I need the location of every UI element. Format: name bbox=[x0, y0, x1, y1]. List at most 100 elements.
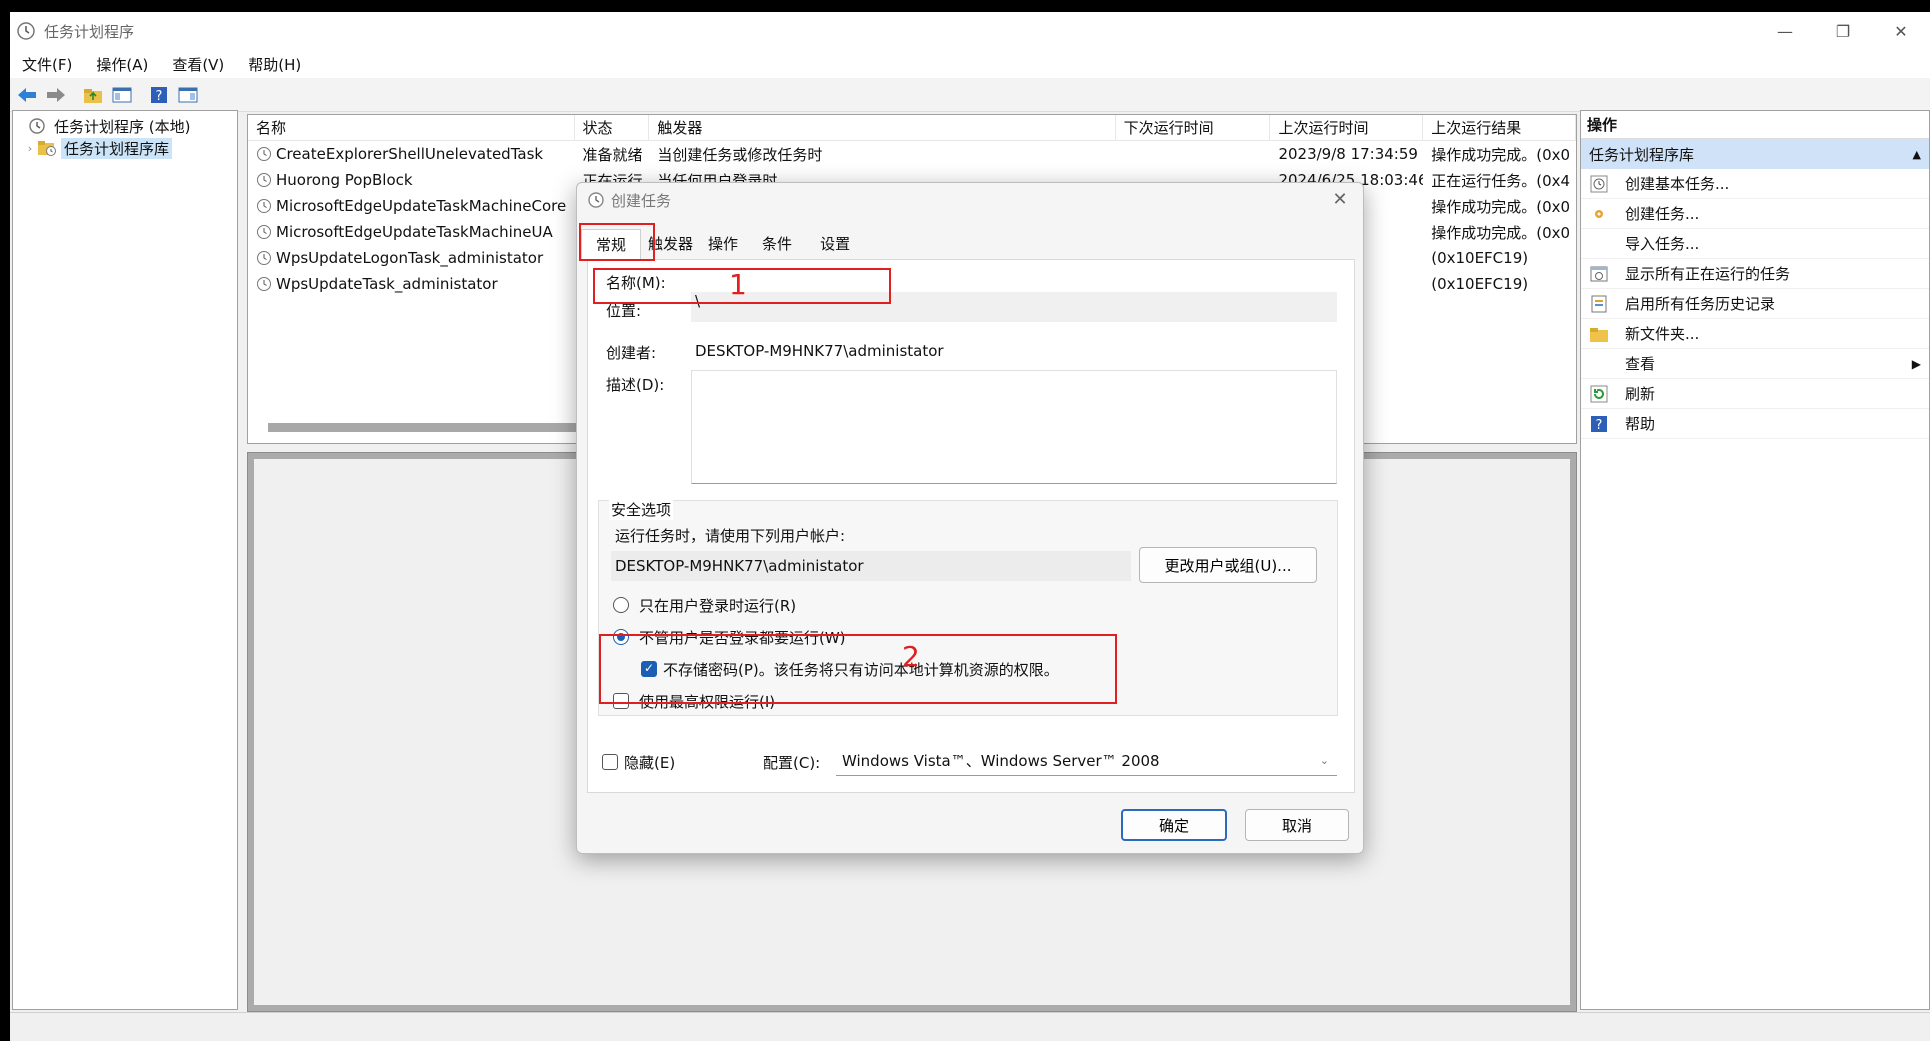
history-icon bbox=[1591, 295, 1607, 312]
cell-name: WpsUpdateLogonTask_administator bbox=[248, 249, 575, 267]
cell-status: 准备就绪 bbox=[575, 144, 650, 165]
cell-result: (0x10EFC19) bbox=[1423, 275, 1576, 293]
dialog-close-button[interactable]: ✕ bbox=[1327, 189, 1353, 210]
cancel-button[interactable]: 取消 bbox=[1245, 809, 1349, 841]
cell-text: (0x10EFC19) bbox=[1431, 275, 1529, 293]
actions-section-library[interactable]: 任务计划程序库 ▲ bbox=[1581, 139, 1929, 169]
cell-trigger: 当创建任务或修改任务时 bbox=[649, 144, 1115, 165]
security-options-title: 安全选项 bbox=[609, 499, 674, 520]
toolbar: ? bbox=[10, 78, 1930, 112]
maximize-button[interactable]: ❐ bbox=[1814, 12, 1872, 50]
action-label: 帮助 bbox=[1625, 415, 1656, 433]
action-label: 查看 bbox=[1625, 355, 1656, 373]
author-value: DESKTOP-M9HNK77\administator bbox=[695, 342, 944, 360]
menu-view[interactable]: 查看(V) bbox=[160, 54, 236, 75]
cell-text: (0x10EFC19) bbox=[1431, 249, 1529, 267]
show-hide-action-pane-icon[interactable] bbox=[175, 82, 201, 108]
horizontal-scrollbar[interactable] bbox=[268, 423, 598, 432]
view-icon bbox=[1589, 354, 1609, 374]
action-label: 导入任务... bbox=[1625, 235, 1700, 253]
show-hide-console-tree-icon[interactable] bbox=[109, 82, 135, 108]
clock-icon bbox=[29, 118, 45, 134]
tab-actions[interactable]: 操作 bbox=[700, 229, 750, 259]
basic-task-icon bbox=[1590, 175, 1608, 192]
action-enable-history[interactable]: 启用所有任务历史记录 bbox=[1581, 289, 1929, 319]
status-bar bbox=[10, 1012, 1930, 1041]
annotation-box-general-tab bbox=[579, 223, 655, 261]
expand-arrow-icon[interactable]: › bbox=[23, 142, 37, 155]
minimize-button[interactable]: — bbox=[1756, 12, 1814, 50]
submenu-arrow-icon: ▶ bbox=[1911, 356, 1921, 371]
column-next-run[interactable]: 下次运行时间 bbox=[1116, 115, 1271, 141]
tree-item-library[interactable]: › 任务计划程序库 bbox=[13, 137, 237, 159]
description-input[interactable] bbox=[691, 370, 1337, 484]
column-last-result[interactable]: 上次运行结果 bbox=[1423, 115, 1576, 141]
task-list-header: 名称 状态 触发器 下次运行时间 上次运行时间 上次运行结果 bbox=[248, 115, 1576, 141]
cell-text: 正在运行任务。(0x4 bbox=[1431, 171, 1571, 190]
menu-help[interactable]: 帮助(H) bbox=[236, 54, 313, 75]
run-as-label: 运行任务时，请使用下列用户帐户: bbox=[615, 527, 846, 545]
action-help[interactable]: ? 帮助 bbox=[1581, 409, 1929, 439]
column-last-run[interactable]: 上次运行时间 bbox=[1270, 115, 1424, 141]
checkbox-hidden[interactable] bbox=[602, 754, 618, 770]
cell-result: (0x10EFC19) bbox=[1423, 249, 1576, 267]
action-label: 创建基本任务... bbox=[1625, 175, 1730, 193]
ok-button[interactable]: 确定 bbox=[1121, 809, 1227, 841]
task-clock-icon bbox=[257, 225, 271, 239]
forward-icon[interactable] bbox=[43, 82, 69, 108]
task-clock-icon bbox=[257, 147, 271, 161]
collapse-up-icon[interactable]: ▲ bbox=[1913, 148, 1921, 161]
dialog-title: 创建任务 bbox=[611, 191, 672, 210]
folder-up-icon[interactable] bbox=[80, 82, 106, 108]
action-label: 显示所有正在运行的任务 bbox=[1625, 265, 1791, 283]
task-clock-icon bbox=[257, 173, 271, 187]
column-name[interactable]: 名称 bbox=[248, 115, 575, 141]
tree-item-local[interactable]: 任务计划程序 (本地) bbox=[13, 115, 237, 137]
action-create-basic-task[interactable]: 创建基本任务... bbox=[1581, 169, 1929, 199]
table-row[interactable]: CreateExplorerShellUnelevatedTask 准备就绪 当创建… bbox=[248, 141, 1576, 167]
close-button[interactable]: ✕ bbox=[1872, 12, 1930, 50]
import-task-icon bbox=[1589, 234, 1609, 254]
help-icon[interactable]: ? bbox=[146, 82, 172, 108]
cell-result: 操作成功完成。(0x0 bbox=[1423, 196, 1576, 217]
svg-text:?: ? bbox=[1596, 418, 1603, 433]
svg-text:?: ? bbox=[156, 89, 163, 104]
clock-icon bbox=[588, 192, 604, 208]
clock-icon bbox=[17, 22, 35, 40]
run-as-user: DESKTOP-M9HNK77\administator bbox=[611, 551, 1131, 581]
configure-for-label: 配置(C): bbox=[763, 754, 821, 772]
chevron-down-icon: ⌄ bbox=[1319, 754, 1329, 767]
author-label: 创建者: bbox=[606, 344, 657, 362]
column-trigger[interactable]: 触发器 bbox=[649, 115, 1116, 141]
radio-run-when-logged-on[interactable] bbox=[613, 597, 629, 613]
action-import-task[interactable]: 导入任务... bbox=[1581, 229, 1929, 259]
action-show-running[interactable]: 显示所有正在运行的任务 bbox=[1581, 259, 1929, 289]
actions-pane: 操作 任务计划程序库 ▲ 创建基本任务... 创建任务... 导入任务... 显… bbox=[1580, 110, 1930, 1010]
action-new-folder[interactable]: 新文件夹... bbox=[1581, 319, 1929, 349]
task-clock-icon bbox=[257, 251, 271, 265]
tab-settings[interactable]: 设置 bbox=[812, 229, 860, 259]
cell-text: WpsUpdateTask_administator bbox=[276, 275, 498, 293]
radio-run-when-logged-on-label: 只在用户登录时运行(R) bbox=[639, 597, 797, 615]
back-icon[interactable] bbox=[14, 82, 40, 108]
column-status[interactable]: 状态 bbox=[575, 115, 650, 141]
folder-clock-icon bbox=[38, 141, 56, 156]
action-refresh[interactable]: 刷新 bbox=[1581, 379, 1929, 409]
configure-for-select[interactable]: Windows Vista™、Windows Server™ 2008 ⌄ bbox=[836, 746, 1337, 776]
action-view[interactable]: 查看 ▶ bbox=[1581, 349, 1929, 379]
title-bar: 任务计划程序 — ❐ ✕ bbox=[10, 12, 1930, 50]
menu-action[interactable]: 操作(A) bbox=[84, 54, 160, 75]
cell-result: 操作成功完成。(0x0 bbox=[1423, 222, 1576, 243]
checkbox-hidden-label: 隐藏(E) bbox=[624, 754, 676, 772]
console-tree: 任务计划程序 (本地) › 任务计划程序库 bbox=[12, 110, 238, 1010]
cell-text: 操作成功完成。(0x0 bbox=[1431, 145, 1571, 164]
tab-conditions[interactable]: 条件 bbox=[750, 229, 812, 259]
actions-section-label: 任务计划程序库 bbox=[1589, 145, 1695, 164]
create-task-icon bbox=[1595, 209, 1603, 218]
annotation-number-1: 1 bbox=[729, 268, 747, 301]
cell-text: CreateExplorerShellUnelevatedTask bbox=[276, 145, 544, 163]
menu-file[interactable]: 文件(F) bbox=[10, 54, 84, 75]
action-create-task[interactable]: 创建任务... bbox=[1581, 199, 1929, 229]
change-user-button[interactable]: 更改用户或组(U)... bbox=[1139, 547, 1317, 583]
cell-text: WpsUpdateLogonTask_administator bbox=[276, 249, 544, 267]
